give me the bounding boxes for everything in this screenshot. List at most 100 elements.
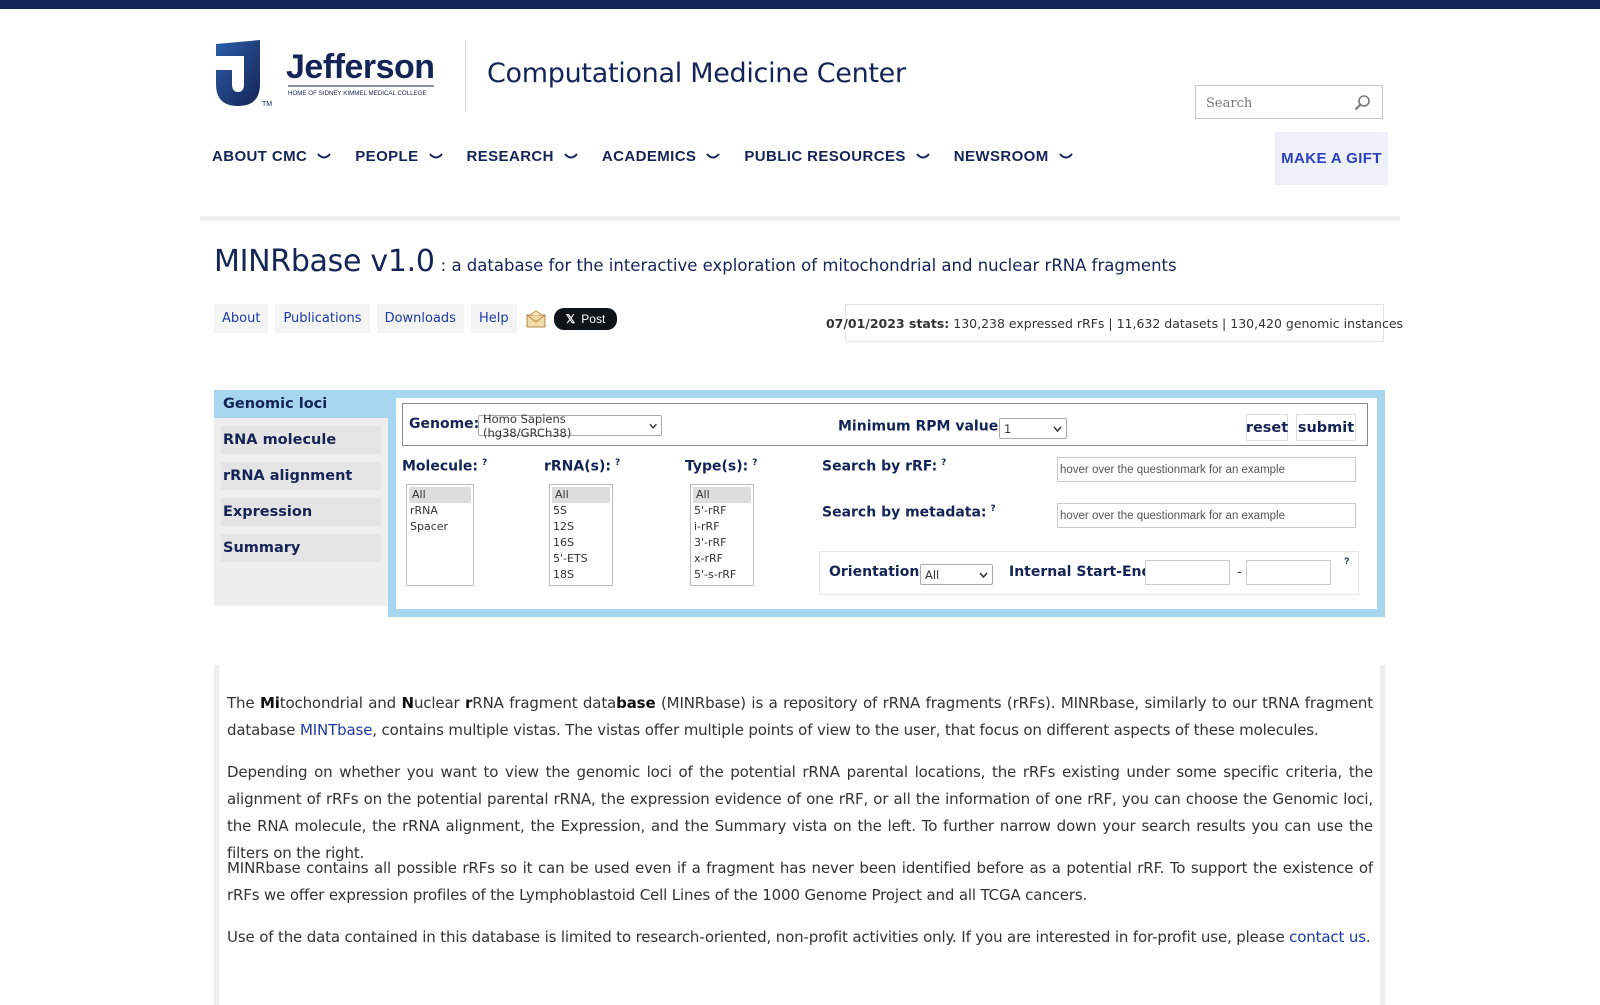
nav-item-research[interactable]: RESEARCH [467,148,578,165]
genome-select[interactable]: Homo Sapiens (hg38/GRCh38) [478,412,662,440]
search-rrf-input[interactable]: hover over the questionmark for an examp… [1057,457,1356,482]
orientation-label: Orientation: [829,564,925,580]
sidebar-item-rna-molecule[interactable]: RNA molecule [221,426,381,454]
mail-icon[interactable] [526,309,546,328]
subnav-help-link[interactable]: Help [470,304,517,333]
nav-label: PUBLIC RESOURCES [744,148,906,165]
list-item[interactable]: 5S [550,503,612,519]
logo-tm: TM [262,101,272,108]
vista-sidebar: Genomic loci RNA molecule rRNA alignment… [214,390,388,606]
list-item[interactable]: i-rRF [691,519,753,535]
top-bar [0,0,1600,9]
list-item[interactable]: All [552,487,610,503]
x-post-button[interactable]: 𝕏 Post [553,307,618,330]
sidebar-item-label: RNA molecule [223,432,337,448]
molecule-label: Molecule:? [402,458,488,475]
internal-end-input[interactable] [1246,560,1331,585]
intro-content: The Mitochondrial and Nuclear rRNA fragm… [214,665,1385,1005]
help-questionmark[interactable]: ? [482,458,487,468]
genome-row: Genome: Homo Sapiens (hg38/GRCh38) Minim… [402,403,1368,446]
help-questionmark[interactable]: ? [991,504,996,514]
logo-wordmark: Jefferson [286,48,435,86]
sidebar-item-label: Summary [223,540,301,556]
type-listbox[interactable]: All 5'-rRF i-rRF 3'-rRF x-rRF 5'-s-rRF [690,484,754,586]
list-item[interactable]: Spacer [407,519,473,535]
help-questionmark[interactable]: ? [1344,556,1350,566]
sidebar-item-label: Genomic loci [223,396,328,412]
search-rrf-label: Search by rRF:? [822,458,947,475]
orientation-box: Orientation: All Internal Start-End: - ? [819,551,1359,595]
filters-inner: Genome: Homo Sapiens (hg38/GRCh38) Minim… [396,398,1377,609]
min-rpm-select[interactable]: 1 [999,418,1067,439]
jefferson-logo-icon: TM Jefferson HOME OF SIDNEY KIMMEL MEDIC… [216,40,435,108]
nav-item-public-resources[interactable]: PUBLIC RESOURCES [744,148,930,165]
reset-button[interactable]: reset [1246,414,1288,441]
help-questionmark[interactable]: ? [941,458,946,468]
rrna-listbox[interactable]: All 5S 12S 16S 5'-ETS 18S [549,484,613,586]
stats-text: 130,238 expressed rRFs | 11,632 datasets… [953,315,1404,331]
list-item[interactable]: 5'-s-rRF [691,567,753,583]
list-item[interactable]: rRNA [407,503,473,519]
x-logo-icon: 𝕏 [565,311,576,326]
help-questionmark[interactable]: ? [615,458,620,468]
help-questionmark[interactable]: ? [752,458,757,468]
nav-item-people[interactable]: PEOPLE [355,148,443,165]
main-nav: ABOUT CMC PEOPLE RESEARCH ACADEMICS PUBL… [212,148,1097,165]
list-item[interactable]: 5'-ETS [550,551,612,567]
nav-item-academics[interactable]: ACADEMICS [602,148,721,165]
orientation-select[interactable]: All [920,564,993,585]
chevron-down-icon [706,152,721,158]
sidebar-item-label: rRNA alignment [223,468,353,484]
nav-item-about-cmc[interactable]: ABOUT CMC [212,148,332,165]
site-title[interactable]: Computational Medicine Center [487,58,906,89]
internal-start-end-label: Internal Start-End: [1009,564,1158,580]
search-icon[interactable] [1354,94,1372,112]
chevron-down-icon [1058,152,1073,158]
chevron-down-icon [979,572,988,578]
nav-label: PEOPLE [355,148,419,165]
nav-label: ABOUT CMC [212,148,308,165]
list-item[interactable]: 12S [550,519,612,535]
sidebar-item-summary[interactable]: Summary [221,534,381,562]
list-item[interactable]: 16S [550,535,612,551]
range-dash: - [1237,563,1242,579]
jefferson-logo[interactable]: TM Jefferson HOME OF SIDNEY KIMMEL MEDIC… [214,40,436,108]
stats-date: 07/01/2023 stats: [825,315,950,331]
nav-item-newsroom[interactable]: NEWSROOM [954,148,1073,165]
list-item[interactable]: 5'-rRF [691,503,753,519]
internal-start-input[interactable] [1145,560,1230,585]
intro-paragraph-3: MINRbase contains all possible rRFs so i… [227,859,1373,904]
type-label: Type(s):? [685,458,758,475]
list-item[interactable]: 3'-rRF [691,535,753,551]
nav-label: RESEARCH [466,148,554,165]
contact-us-link[interactable]: contact us [1289,928,1366,946]
subnav-about-link[interactable]: About [214,304,269,333]
list-item[interactable]: 18S [550,567,612,583]
stats-box: 07/01/2023 stats: 130,238 expressed rRFs… [826,304,1403,342]
mintbase-link[interactable]: MINTbase [300,721,372,739]
make-a-gift-button[interactable]: MAKE A GIFT [1275,132,1388,185]
intro-paragraph-4: Use of the data contained in this databa… [227,928,1371,946]
subnav-publications-link[interactable]: Publications [275,304,370,333]
chevron-down-icon [916,152,930,158]
page-title: MINRbase v1.0: a database for the intera… [214,244,1177,279]
intro-paragraph-1: The Mitochondrial and Nuclear rRNA fragm… [227,694,1373,739]
genome-label: Genome: [409,416,480,432]
sidebar-item-rrna-alignment[interactable]: rRNA alignment [221,462,381,490]
search-input[interactable] [1204,93,1348,113]
sidebar-item-expression[interactable]: Expression [221,498,381,526]
min-rpm-value: 1 [1004,421,1012,436]
list-item[interactable]: All [409,487,471,503]
list-item[interactable]: All [693,487,751,503]
search-metadata-input[interactable]: hover over the questionmark for an examp… [1057,503,1356,528]
x-post-label: Post [581,311,606,326]
submit-button[interactable]: submit [1296,414,1356,441]
molecule-listbox[interactable]: All rRNA Spacer [406,484,474,586]
list-item[interactable]: x-rRF [691,551,753,567]
header-divider [200,216,1400,221]
intro-paragraph-2: Depending on whether you want to view th… [227,763,1373,862]
logo-divider [465,40,466,112]
sidebar-item-genomic-loci[interactable]: Genomic loci [214,390,388,418]
subnav-downloads-link[interactable]: Downloads [376,304,464,333]
chevron-down-icon [1053,426,1062,432]
